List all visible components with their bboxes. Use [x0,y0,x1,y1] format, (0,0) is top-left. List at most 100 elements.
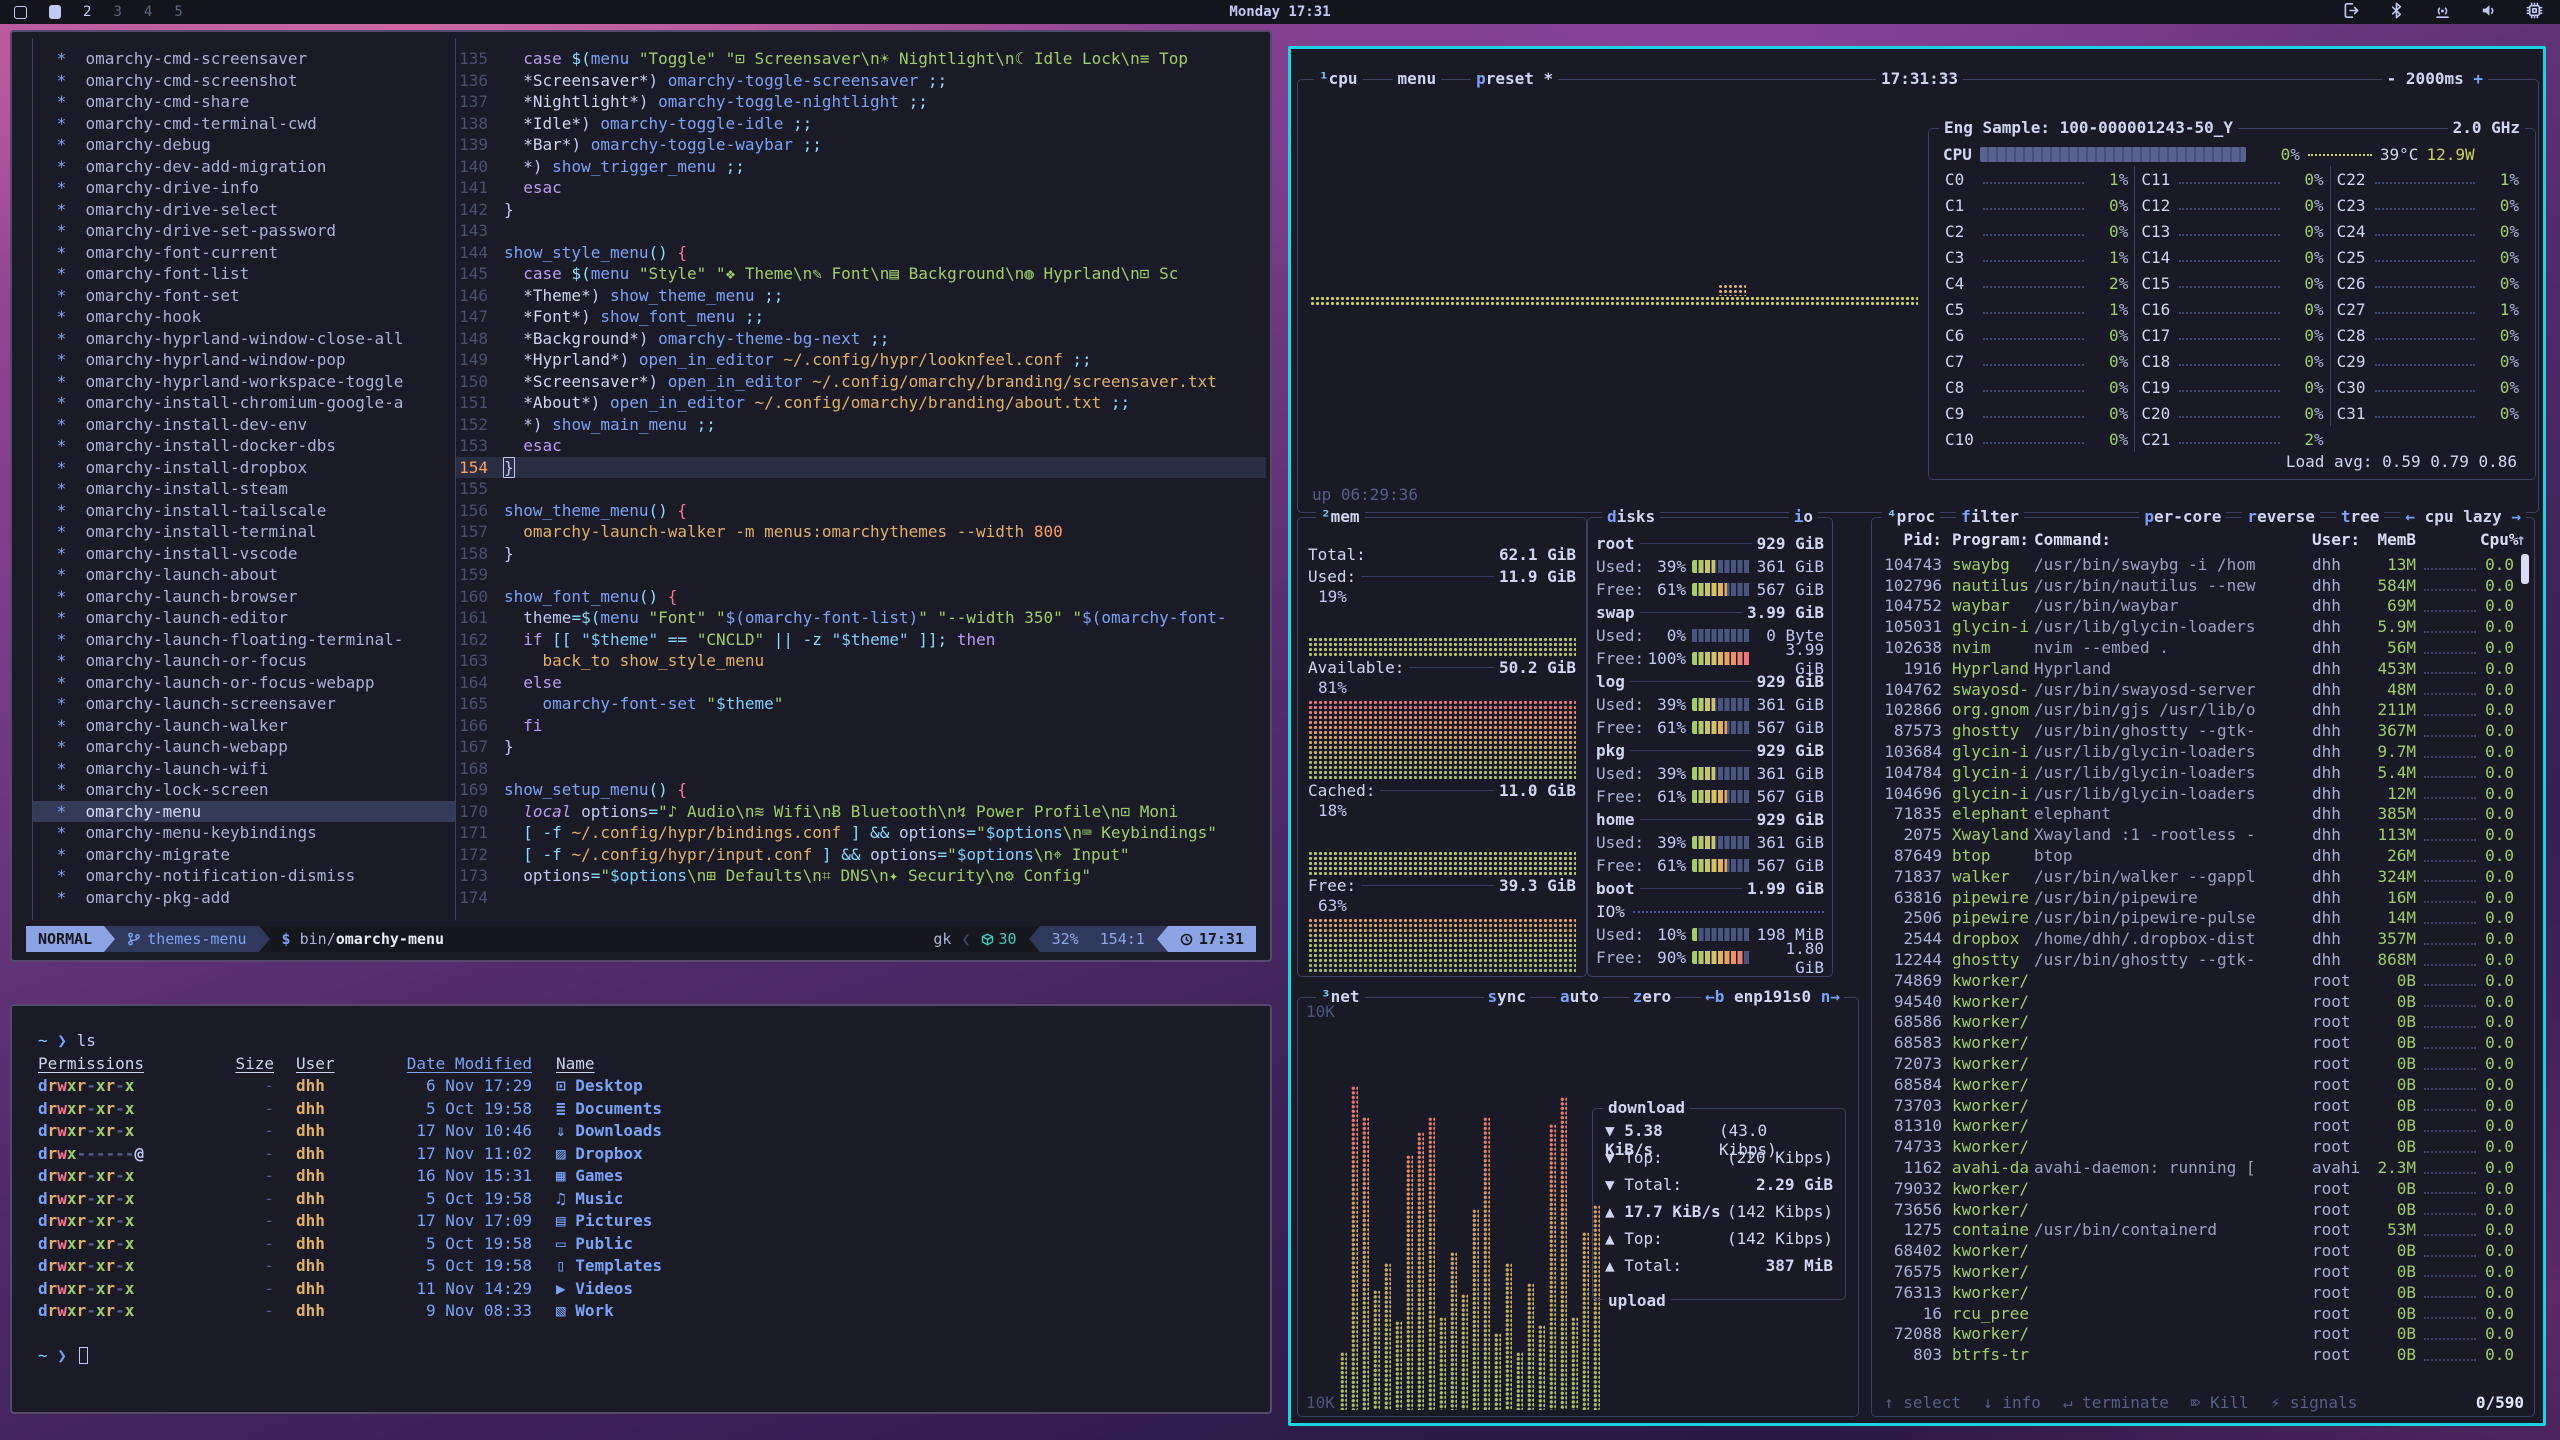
process-row[interactable]: 102638nvimnvim --embed .dhh56M0.0 [1880,637,2528,658]
tree-item[interactable]: * omarchy-launch-wifi [33,758,455,780]
net-toggle-sync[interactable]: sync [1484,987,1531,1006]
tree-item[interactable]: * omarchy-hyprland-window-close-all [33,328,455,350]
tree-item[interactable]: * omarchy-menu-keybindings [33,822,455,844]
code-line[interactable]: 162 if [[ "$theme" == "CNCLD" || -z "$th… [456,629,1266,651]
process-row[interactable]: 2075XwaylandXwayland :1 -rootless -dhh11… [1880,824,2528,845]
process-row[interactable]: 1916HyprlandHyprlanddhh453M0.0 [1880,658,2528,679]
ls-directory[interactable]: ▶ Videos [532,1278,1270,1301]
workspace-3[interactable]: 3 [113,4,121,20]
tree-item[interactable]: * omarchy-launch-about [33,564,455,586]
footer-key[interactable]: ⌦ Kill [2191,1393,2249,1412]
tree-item[interactable]: * omarchy-install-steam [33,478,455,500]
code-line[interactable]: 152 *) show_main_menu ;; [456,414,1266,436]
ls-directory[interactable]: ▨ Dropbox [532,1143,1270,1166]
tree-item[interactable]: * omarchy-cmd-share [33,91,455,113]
process-row[interactable]: 73656kworker/root0B0.0 [1880,1199,2528,1220]
code-line[interactable]: 156show_theme_menu() { [456,500,1266,522]
ls-directory[interactable]: ⇓ Downloads [532,1120,1270,1143]
network-icon[interactable] [2433,1,2452,24]
tree-item[interactable]: * omarchy-menu [33,801,455,823]
process-row[interactable]: 68583kworker/root0B0.0 [1880,1032,2528,1053]
process-row[interactable]: 2506pipewire/usr/bin/pipewire-pulsedhh14… [1880,908,2528,929]
code-line[interactable]: 139 *Bar*) omarchy-toggle-waybar ;; [456,134,1266,156]
mem-box-title[interactable]: ²mem [1316,507,1365,526]
tree-item[interactable]: * omarchy-launch-browser [33,586,455,608]
tree-item[interactable]: * omarchy-font-list [33,263,455,285]
process-row[interactable]: 68586kworker/root0B0.0 [1880,1012,2528,1033]
process-row[interactable]: 72088kworker/root0B0.0 [1880,1323,2528,1344]
io-toggle[interactable]: io [1789,507,1818,526]
process-row[interactable]: 104762swayosd-/usr/bin/swayosd-serverdhh… [1880,679,2528,700]
process-row[interactable]: 103684glycin-i/usr/lib/glycin-loadersdhh… [1880,741,2528,762]
workspace-5[interactable]: 5 [174,4,182,20]
process-row[interactable]: 63816pipewire/usr/bin/pipewiredhh16M0.0 [1880,887,2528,908]
code-line[interactable]: 136 *Screensaver*) omarchy-toggle-screen… [456,70,1266,92]
footer-key[interactable]: ⚡ signals [2271,1393,2358,1412]
process-row[interactable]: 803btrfs-trroot0B0.0 [1880,1344,2528,1365]
tree-item[interactable]: * omarchy-drive-select [33,199,455,221]
process-row[interactable]: 102866org.gnom/usr/bin/gjs /usr/lib/odhh… [1880,700,2528,721]
btop-window[interactable]: ¹cpu menu preset * 17:31:33 - 2000ms + u… [1288,46,2546,1426]
footer-key[interactable]: ↓ info [1983,1393,2041,1412]
process-row[interactable]: 74733kworker/root0B0.0 [1880,1136,2528,1157]
code-line[interactable]: 145 case $(menu "Style" "❖ Theme\n✎ Font… [456,263,1266,285]
net-toggle-auto[interactable]: auto [1556,987,1603,1006]
proc-box-title[interactable]: ⁴proc [1882,507,1940,526]
ls-directory[interactable]: ▤ Pictures [532,1210,1270,1233]
prompt-line[interactable]: ~ ❯ [38,1345,1270,1368]
process-row[interactable]: 102796nautilus/usr/bin/nautilus --newdhh… [1880,575,2528,596]
tree-item[interactable]: * omarchy-notification-dismiss [33,865,455,887]
volume-icon[interactable] [2479,1,2498,24]
tree-item[interactable]: * omarchy-install-dev-env [33,414,455,436]
process-row[interactable]: 79032kworker/root0B0.0 [1880,1178,2528,1199]
ls-directory[interactable]: ▭ Public [532,1233,1270,1256]
scrollbar-thumb[interactable] [2521,554,2529,584]
scroll-up-arrow[interactable]: ↑ [2514,530,2528,554]
footer-key[interactable]: ↵ terminate [2063,1393,2169,1412]
tree-item[interactable]: * omarchy-install-chromium-google-a [33,392,455,414]
ls-directory[interactable]: ▯ Templates [532,1255,1270,1278]
code-line[interactable]: 153 esac [456,435,1266,457]
process-row[interactable]: 12244ghostty/usr/bin/ghostty --gtk-dhh86… [1880,949,2528,970]
preset-button[interactable]: preset * [1471,69,1558,88]
cpu-box-title[interactable]: ¹cpu [1314,69,1363,88]
ls-directory[interactable]: ⊡ Desktop [532,1075,1270,1098]
tree-item[interactable]: * omarchy-cmd-screensaver [33,48,455,70]
tree-item[interactable]: * omarchy-launch-or-focus-webapp [33,672,455,694]
net-toggle-zero[interactable]: zero [1629,987,1676,1006]
tree-item[interactable]: * omarchy-install-vscode [33,543,455,565]
code-line[interactable]: 140 *) show_trigger_menu ;; [456,156,1266,178]
workspace-2[interactable]: 2 [83,4,91,20]
filter-button[interactable]: filter [1956,507,2024,526]
process-row[interactable]: 71837walker/usr/bin/walker --gappldhh324… [1880,866,2528,887]
tree-item[interactable]: * omarchy-install-terminal [33,521,455,543]
process-row[interactable]: 1162avahi-daavahi-daemon: running [avahi… [1880,1157,2528,1178]
menu-button[interactable]: menu [1393,69,1442,88]
process-row[interactable]: 94540kworker/root0B0.0 [1880,991,2528,1012]
tree-item[interactable]: * omarchy-launch-editor [33,607,455,629]
cpu-icon[interactable] [2525,1,2544,24]
tree-item[interactable]: * omarchy-launch-walker [33,715,455,737]
proc-toggle-tree[interactable]: tree [2336,507,2385,526]
ls-directory[interactable]: ▦ Games [532,1165,1270,1188]
process-row[interactable]: 74869kworker/root0B0.0 [1880,970,2528,991]
tree-item[interactable]: * omarchy-cmd-terminal-cwd [33,113,455,135]
code-line[interactable]: 174 [456,887,1266,909]
code-line[interactable]: 164 else [456,672,1266,694]
process-row[interactable]: 68402kworker/root0B0.0 [1880,1240,2528,1261]
logout-icon[interactable] [2341,1,2360,24]
tree-item[interactable]: * omarchy-migrate [33,844,455,866]
tree-item[interactable]: * omarchy-hyprland-window-pop [33,349,455,371]
code-line[interactable]: 149 *Hyprland*) open_in_editor ~/.config… [456,349,1266,371]
code-line[interactable]: 137 *Nightlight*) omarchy-toggle-nightli… [456,91,1266,113]
code-line[interactable]: 168 [456,758,1266,780]
code-line[interactable]: 167} [456,736,1266,758]
tree-item[interactable]: * omarchy-launch-screensaver [33,693,455,715]
tree-item[interactable]: * omarchy-launch-floating-terminal- [33,629,455,651]
process-row[interactable]: 104743swaybg/usr/bin/swaybg -i /homdhh13… [1880,554,2528,575]
code-line[interactable]: 172 [ -f ~/.config/hypr/input.conf ] && … [456,844,1266,866]
code-line[interactable]: 160show_font_menu() { [456,586,1266,608]
code-line[interactable]: 135 case $(menu "Toggle" "⊡ Screensaver\… [456,48,1266,70]
code-line[interactable]: 170 local options="♪ Audio\n≋ Wifi\nɃ Bl… [456,801,1266,823]
process-row[interactable]: 72073kworker/root0B0.0 [1880,1053,2528,1074]
